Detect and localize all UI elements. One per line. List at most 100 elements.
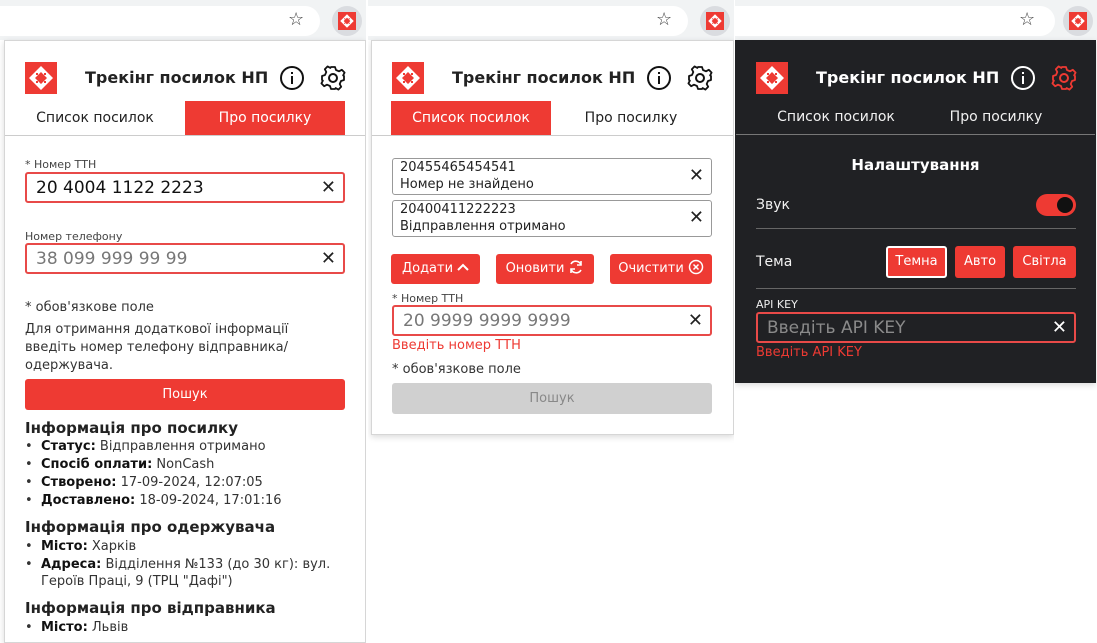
hint-line-1: Для отримання додаткової інформації bbox=[25, 322, 289, 337]
browser-toolbar: ☆ bbox=[368, 0, 734, 40]
city-key: Місто: bbox=[41, 620, 88, 635]
clear-button-label: Очистити bbox=[618, 261, 684, 276]
clear-icon[interactable]: ✕ bbox=[321, 249, 336, 269]
divider bbox=[756, 288, 1076, 289]
parcel-status: Відправлення отримано bbox=[400, 219, 566, 234]
bookmark-star-icon[interactable]: ☆ bbox=[288, 9, 304, 31]
gear-icon[interactable] bbox=[320, 65, 346, 91]
tab-parcel-details[interactable]: Про посилку bbox=[916, 100, 1076, 134]
info-icon[interactable] bbox=[646, 65, 672, 91]
address-bar[interactable] bbox=[735, 6, 1055, 36]
tab-parcel-list[interactable]: Список посилок bbox=[391, 101, 551, 135]
recipient-city-row: • Місто: Харків bbox=[25, 539, 137, 554]
required-note: * обов'язкове поле bbox=[25, 300, 154, 315]
bookmark-star-icon[interactable]: ☆ bbox=[656, 9, 672, 31]
ttn-label: * Номер ТТН bbox=[392, 292, 464, 305]
remove-icon[interactable]: ✕ bbox=[689, 208, 704, 228]
gear-icon[interactable] bbox=[687, 65, 713, 91]
clear-button[interactable]: Очистити bbox=[610, 254, 712, 284]
payment-value: NonCash bbox=[156, 457, 215, 472]
extension-popup: Трекінг посилок НП Список посилок Про по… bbox=[735, 40, 1096, 383]
theme-auto-button[interactable]: Авто bbox=[955, 246, 1005, 278]
refresh-button-label: Оновити bbox=[505, 261, 565, 276]
pane-parcel-details: ☆ Трекінг посилок НП Список посилок Про … bbox=[0, 0, 366, 643]
add-button-label: Додати bbox=[401, 261, 454, 276]
api-key-input[interactable]: Введіть API KEY ✕ bbox=[756, 312, 1076, 343]
delivered-row: • Доставлено: 18-09-2024, 17:01:16 bbox=[25, 493, 282, 508]
add-button[interactable]: Додати bbox=[391, 254, 480, 284]
ttn-input[interactable]: 20 4004 1122 2223 ✕ bbox=[25, 172, 345, 203]
status-key: Статус: bbox=[41, 439, 96, 454]
theme-dark-button[interactable]: Темна bbox=[886, 246, 947, 278]
address-line-1: Відділення №133 (до 30 кг): вул. bbox=[105, 557, 331, 572]
delivered-key: Доставлено: bbox=[41, 493, 136, 508]
payment-row: • Спосіб оплати: NonCash bbox=[25, 457, 215, 472]
phone-label: Номер телефону bbox=[25, 230, 123, 243]
extension-popup: Трекінг посилок НП Список посилок Про по… bbox=[4, 40, 366, 643]
clear-icon[interactable]: ✕ bbox=[1052, 318, 1067, 338]
recipient-city: Харків bbox=[91, 539, 137, 554]
np-logo-icon bbox=[706, 12, 724, 30]
address-line-2: Героїв Праці, 9 (ТРЦ "Дафі") bbox=[41, 574, 233, 589]
app-title: Трекінг посилок НП bbox=[85, 68, 269, 87]
payment-key: Спосіб оплати: bbox=[41, 457, 153, 472]
np-logo-icon bbox=[338, 12, 356, 30]
pane-parcel-list: ☆ Трекінг посилок НП Список посилок Про … bbox=[368, 0, 734, 643]
created-value: 17-09-2024, 12:07:05 bbox=[120, 475, 263, 490]
clear-icon[interactable]: ✕ bbox=[688, 311, 703, 331]
city-key: Місто: bbox=[41, 539, 88, 554]
tab-parcel-list[interactable]: Список посилок bbox=[5, 101, 185, 135]
created-key: Створено: bbox=[41, 475, 117, 490]
tab-parcel-list[interactable]: Список посилок bbox=[756, 100, 916, 134]
refresh-button[interactable]: Оновити bbox=[496, 254, 594, 284]
info-icon[interactable] bbox=[1010, 65, 1036, 91]
sender-info-heading: Інформація про відправника bbox=[25, 599, 276, 617]
sender-city: Львів bbox=[91, 620, 129, 635]
parcel-number: 20455465454541 bbox=[400, 160, 516, 175]
bookmark-star-icon[interactable]: ☆ bbox=[1019, 9, 1035, 31]
ttn-error: Введіть номер ТТН bbox=[392, 338, 521, 353]
ttn-input[interactable]: 20 9999 9999 9999 ✕ bbox=[392, 305, 712, 336]
parcel-list-item[interactable]: 20455465454541 Номер не знайдено ✕ bbox=[392, 158, 712, 195]
np-logo-icon bbox=[756, 62, 788, 94]
tab-parcel-details[interactable]: Про посилку bbox=[551, 101, 711, 135]
phone-input[interactable]: 38 099 999 99 99 ✕ bbox=[25, 243, 345, 274]
ttn-label: * Номер ТТН bbox=[25, 158, 97, 171]
address-bar[interactable] bbox=[368, 6, 688, 36]
sound-toggle[interactable] bbox=[1036, 194, 1076, 216]
close-circle-icon bbox=[688, 259, 704, 275]
status-value: Відправлення отримано bbox=[99, 439, 266, 454]
refresh-icon bbox=[570, 260, 583, 274]
status-row: • Статус: Відправлення отримано bbox=[25, 439, 266, 454]
sound-label: Звук bbox=[756, 197, 790, 213]
gear-icon[interactable] bbox=[1051, 65, 1077, 91]
clear-icon[interactable]: ✕ bbox=[321, 178, 336, 198]
api-key-error: Введіть API KEY bbox=[756, 345, 862, 360]
address-row: • Адреса: Відділення №133 (до 30 кг): вул… bbox=[25, 557, 331, 572]
extension-button[interactable] bbox=[1063, 6, 1093, 36]
pane-settings: ☆ Трекінг посилок НП Список посилок Про … bbox=[735, 0, 1097, 643]
extension-button[interactable] bbox=[332, 6, 362, 36]
remove-icon[interactable]: ✕ bbox=[689, 166, 704, 186]
np-logo-icon bbox=[25, 62, 57, 94]
extension-button[interactable] bbox=[700, 6, 730, 36]
theme-light-button[interactable]: Світла bbox=[1013, 246, 1076, 278]
parcel-list-item[interactable]: 20400411222223 Відправлення отримано ✕ bbox=[392, 200, 712, 237]
recipient-info-heading: Інформація про одержувача bbox=[25, 518, 276, 536]
address-bar[interactable] bbox=[0, 6, 320, 36]
api-key-placeholder: Введіть API KEY bbox=[767, 318, 906, 338]
parcel-info-heading: Інформація про посилку bbox=[25, 419, 239, 437]
tab-parcel-details[interactable]: Про посилку bbox=[185, 101, 345, 135]
np-logo-icon bbox=[392, 62, 424, 94]
hint-line-3: одержувача. bbox=[25, 358, 114, 373]
parcel-number: 20400411222223 bbox=[400, 202, 516, 217]
sender-city-row: • Місто: Львів bbox=[25, 620, 129, 635]
search-button[interactable]: Пошук bbox=[392, 383, 712, 414]
search-button[interactable]: Пошук bbox=[25, 379, 345, 410]
extension-popup: Трекінг посилок НП Список посилок Про по… bbox=[371, 40, 734, 435]
required-note: * обов'язкове поле bbox=[392, 362, 521, 377]
info-icon[interactable] bbox=[279, 65, 305, 91]
toggle-knob bbox=[1057, 197, 1073, 213]
api-key-label: API KEY bbox=[756, 298, 798, 311]
ttn-value: 20 4004 1122 2223 bbox=[36, 178, 204, 198]
